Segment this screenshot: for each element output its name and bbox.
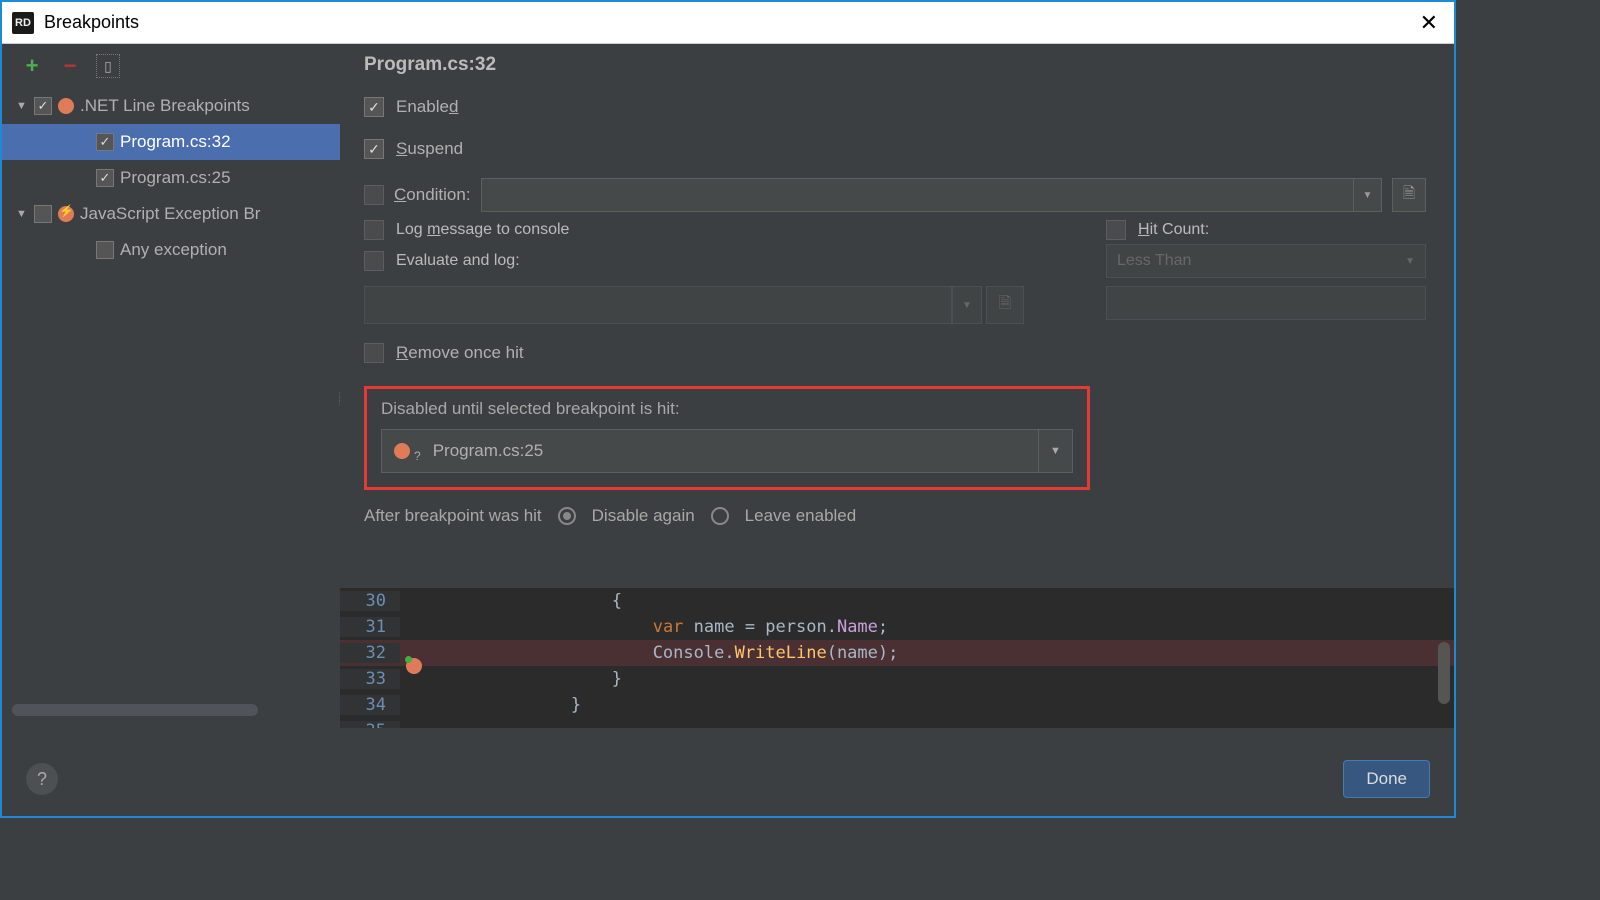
tree-group-net[interactable]: ▼ .NET Line Breakpoints [2, 88, 340, 124]
line-number: 30 [340, 591, 400, 611]
hitcount-value-field[interactable] [1106, 286, 1426, 320]
group-checkbox[interactable] [34, 97, 52, 115]
hitcount-mode-combo[interactable]: Less Than ▼ [1106, 244, 1426, 278]
item-checkbox[interactable] [96, 241, 114, 259]
window-title: Breakpoints [44, 12, 139, 33]
hitcount-label: Hit Count: [1138, 221, 1209, 239]
hitcount-mode-value: Less Than [1117, 252, 1191, 270]
log-label: Log message to console [396, 221, 569, 239]
breakpoint-marker-icon[interactable] [406, 658, 422, 674]
add-breakpoint-button[interactable]: + [20, 54, 44, 78]
disable-again-label: Disable again [592, 506, 695, 526]
condition-expand-button[interactable]: 🗎 [1392, 178, 1426, 212]
code-vertical-scrollbar[interactable] [1438, 642, 1450, 704]
breakpoint-tree: ▼ .NET Line Breakpoints Program.cs:32 Pr… [2, 88, 340, 268]
enabled-label: Enabled [396, 97, 458, 117]
expand-icon: ▼ [16, 100, 28, 112]
dialog-footer: ? Done [2, 742, 1454, 816]
evaluate-checkbox[interactable] [364, 251, 384, 271]
tree-item-program-25[interactable]: Program.cs:25 [2, 160, 340, 196]
pending-marker-icon: ? [414, 449, 421, 463]
dropdown-icon: ▼ [1353, 179, 1381, 211]
dependency-highlight: Disabled until selected breakpoint is hi… [364, 386, 1090, 490]
dependency-breakpoint-value: Program.cs:25 [433, 441, 544, 461]
line-number: 35 [340, 721, 400, 728]
line-number: 31 [340, 617, 400, 637]
evaluate-expand-button[interactable]: 🗎 [986, 286, 1024, 324]
dropdown-button[interactable]: ▼ [1038, 430, 1072, 472]
evaluate-expression-field[interactable] [364, 286, 952, 324]
log-checkbox[interactable] [364, 220, 384, 240]
app-icon [12, 12, 34, 34]
dependency-breakpoint-combo[interactable]: ? Program.cs:25 ▼ [381, 429, 1073, 473]
expand-icon: ▼ [16, 208, 28, 220]
group-by-button[interactable]: ▯ [96, 54, 120, 78]
hitcount-checkbox[interactable] [1106, 220, 1126, 240]
code-preview: 30 { 31 var name = person.Name; 32 Conso… [340, 588, 1454, 728]
breakpoint-title: Program.cs:32 [364, 44, 1426, 86]
leave-enabled-label: Leave enabled [745, 506, 857, 526]
condition-label: Condition: [394, 185, 471, 205]
tree-item-any-exception[interactable]: Any exception [2, 232, 340, 268]
tree-item-program-32[interactable]: Program.cs:32 [2, 124, 340, 160]
remove-once-hit-checkbox[interactable] [364, 343, 384, 363]
line-number: 32 [340, 643, 400, 663]
breakpoint-sidebar: + − ▯ ▼ .NET Line Breakpoints Program.cs… [2, 44, 340, 816]
condition-field[interactable]: ▼ [481, 178, 1382, 212]
after-hit-label: After breakpoint was hit [364, 506, 542, 526]
sidebar-toolbar: + − ▯ [2, 44, 340, 88]
suspend-checkbox[interactable] [364, 139, 384, 159]
dropdown-icon: ▼ [1405, 256, 1415, 267]
leave-enabled-radio[interactable] [711, 507, 729, 525]
dialog-body: + − ▯ ▼ .NET Line Breakpoints Program.cs… [2, 44, 1454, 816]
group-label: JavaScript Exception Br [80, 204, 260, 224]
line-number: 34 [340, 695, 400, 715]
disabled-until-label: Disabled until selected breakpoint is hi… [381, 399, 1073, 419]
dropdown-icon: ▼ [952, 286, 982, 324]
group-checkbox[interactable] [34, 205, 52, 223]
tree-group-js[interactable]: ▼ JavaScript Exception Br [2, 196, 340, 232]
title-bar: Breakpoints ✕ [2, 2, 1454, 44]
suspend-label: Suspend [396, 139, 463, 159]
enabled-checkbox[interactable] [364, 97, 384, 117]
item-checkbox[interactable] [96, 133, 114, 151]
remove-breakpoint-button[interactable]: − [58, 54, 82, 78]
close-button[interactable]: ✕ [1414, 10, 1444, 36]
evaluate-label: Evaluate and log: [396, 252, 520, 270]
item-label: Program.cs:25 [120, 168, 231, 188]
item-label: Program.cs:32 [120, 132, 231, 152]
condition-checkbox[interactable] [364, 185, 384, 205]
exception-icon [58, 206, 74, 222]
item-label: Any exception [120, 240, 227, 260]
item-checkbox[interactable] [96, 169, 114, 187]
done-button[interactable]: Done [1343, 760, 1430, 798]
sidebar-horizontal-scrollbar[interactable] [12, 704, 258, 716]
breakpoint-dot-icon [394, 443, 410, 459]
line-number: 33 [340, 669, 400, 689]
breakpoint-dot-icon [58, 98, 74, 114]
help-button[interactable]: ? [26, 763, 58, 795]
remove-once-hit-label: Remove once hit [396, 343, 524, 363]
disable-again-radio[interactable] [558, 507, 576, 525]
group-label: .NET Line Breakpoints [80, 96, 250, 116]
